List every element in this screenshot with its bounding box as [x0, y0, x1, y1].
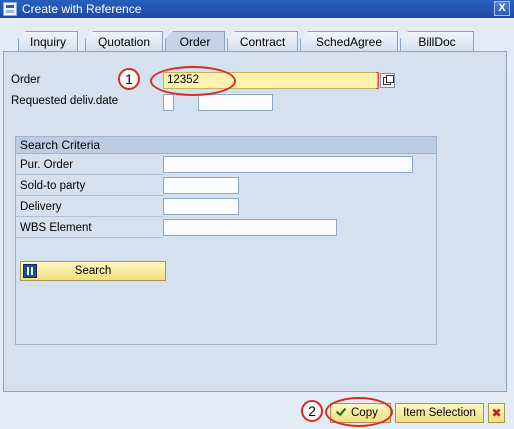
cancel-button[interactable]: ✖ [488, 403, 505, 423]
window-title-bar: Create with Reference X [0, 0, 514, 18]
item-selection-label: Item Selection [403, 407, 476, 419]
tab-inquiry[interactable]: Inquiry [18, 31, 78, 51]
window-title: Create with Reference [22, 2, 142, 16]
tab-quotation[interactable]: Quotation [85, 31, 163, 51]
wbs-element-input[interactable] [163, 219, 337, 236]
search-criteria-group: Search Criteria Pur. Order Sold-to party… [15, 136, 437, 345]
multiple-selection-icon[interactable] [380, 73, 395, 88]
requested-date-from-input[interactable] [163, 94, 174, 111]
delivery-input[interactable] [163, 198, 239, 215]
step-2-marker: 2 [301, 400, 323, 422]
step-1-marker: 1 [118, 68, 140, 90]
requested-deliv-date-label: Requested deliv.date [11, 95, 119, 107]
close-button[interactable]: X [494, 1, 510, 16]
tab-schedagree[interactable]: SchedAgree [300, 31, 398, 51]
order-label: Order [11, 74, 41, 86]
order-field-highlight [150, 66, 236, 96]
tab-order[interactable]: Order [165, 31, 225, 52]
search-criteria-header: Search Criteria [16, 137, 436, 154]
search-button[interactable]: Search [20, 261, 166, 281]
tab-contract[interactable]: Contract [227, 31, 298, 51]
order-tab-panel: Order 12352 Requested deliv.date Search … [3, 51, 507, 392]
pur-order-label: Pur. Order [20, 159, 74, 171]
reference-tabstrip: Inquiry Quotation Order Contract SchedAg… [8, 31, 508, 52]
wbs-element-label: WBS Element [20, 222, 92, 234]
sold-to-party-input[interactable] [163, 177, 239, 194]
tab-billdoc[interactable]: BillDoc [400, 31, 474, 51]
delivery-label: Delivery [20, 201, 62, 213]
pur-order-input[interactable] [163, 156, 413, 173]
required-marker [376, 72, 379, 89]
requested-date-to-input[interactable] [198, 94, 273, 111]
search-button-label: Search [74, 265, 112, 277]
window-icon [3, 2, 17, 16]
copy-button-highlight [325, 397, 393, 427]
dialog-footer: Copy Item Selection ✖ [0, 394, 514, 429]
hierarchy-search-icon [23, 264, 37, 278]
item-selection-button[interactable]: Item Selection [395, 403, 484, 423]
sold-to-party-label: Sold-to party [20, 180, 86, 192]
